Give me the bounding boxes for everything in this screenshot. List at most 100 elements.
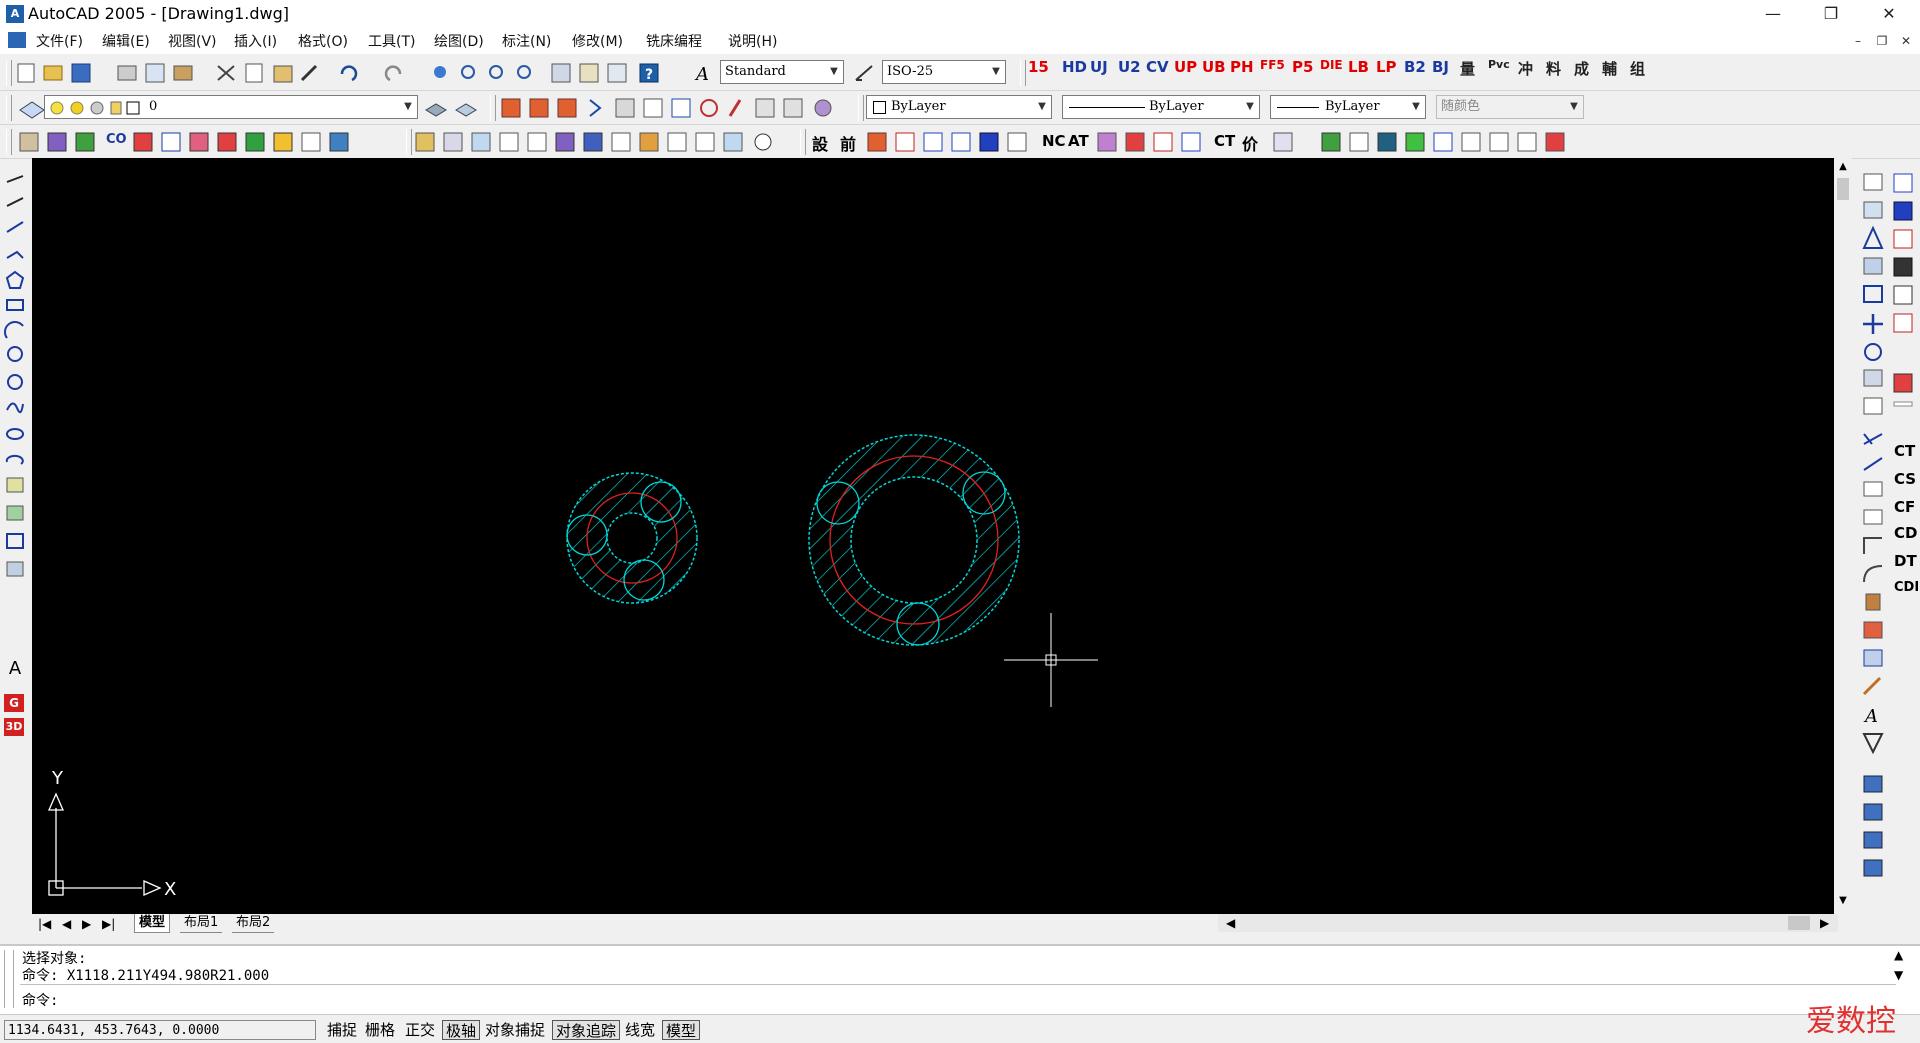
scroll-up-icon[interactable]: ▲ (1836, 160, 1850, 174)
btn-b2[interactable]: B2 (1404, 58, 1426, 76)
text-style-select[interactable]: Standard ▼ (720, 60, 844, 84)
btn-up[interactable]: UP (1174, 58, 1197, 76)
mdi-minimize-button[interactable]: – (1848, 32, 1868, 50)
vertical-scrollbar[interactable]: ▲ ▼ (1834, 158, 1852, 914)
btn-group[interactable]: 组 (1630, 58, 1645, 79)
btn-pvc[interactable]: Pvc (1488, 58, 1510, 71)
btn-ct-right[interactable]: CT (1894, 442, 1915, 460)
drawing-canvas[interactable]: Y X (32, 158, 1834, 914)
toolbar-grip[interactable] (6, 129, 12, 155)
dim-style-icon[interactable] (852, 60, 878, 86)
tab-navigation[interactable]: |◀ ◀ ▶ ▶| (36, 914, 126, 932)
btn-ph[interactable]: PH (1230, 58, 1254, 76)
btn-lp[interactable]: LP (1376, 58, 1397, 76)
btn-ct[interactable]: CT (1214, 132, 1235, 150)
btn-bj[interactable]: BJ (1432, 58, 1449, 76)
layer-select[interactable]: 0 ▼ (44, 95, 418, 119)
scroll-down-icon[interactable]: ▼ (1836, 894, 1850, 908)
grid-toggle[interactable]: 栅格 (362, 1020, 398, 1040)
multiline-text-tool[interactable]: A (4, 658, 26, 680)
ortho-toggle[interactable]: 正交 (402, 1020, 438, 1040)
menu-view[interactable]: 视图(V) (168, 31, 217, 51)
btn-ff5[interactable]: FF5 (1260, 58, 1285, 72)
btn-material[interactable]: 料 (1546, 58, 1561, 79)
btn-cdi[interactable]: CDI (1894, 580, 1919, 595)
btn-ub[interactable]: UB (1202, 58, 1226, 76)
scroll-left-icon[interactable]: ◀ (1226, 914, 1235, 932)
toolbar-grip[interactable] (1020, 60, 1026, 86)
menu-draw[interactable]: 绘图(D) (434, 31, 484, 51)
cmd-scroll-up-icon[interactable]: ▲ (1894, 948, 1903, 962)
btn-cf[interactable]: CF (1894, 498, 1915, 516)
mdi-close-button[interactable]: ✕ (1896, 32, 1916, 50)
toolbar-grip[interactable] (6, 95, 12, 121)
osnap-toggle[interactable]: 对象捕捉 (482, 1020, 548, 1040)
document-icon[interactable] (8, 32, 26, 48)
btn-punch[interactable]: 冲 (1518, 58, 1533, 79)
g-button[interactable]: G (4, 694, 24, 712)
menu-help[interactable]: 说明(H) (728, 31, 777, 51)
btn-co[interactable]: CO (106, 132, 127, 147)
text-style-icon[interactable]: A (692, 60, 722, 86)
vertical-scroll-thumb[interactable] (1837, 178, 1849, 200)
coordinate-display[interactable]: 1134.6431, 453.7643, 0.0000 (4, 1020, 316, 1040)
minimize-button[interactable]: — (1744, 0, 1802, 28)
lineweight-select[interactable]: ByLayer ▼ (1270, 95, 1426, 119)
btn-nc[interactable]: NC (1042, 132, 1066, 150)
btn-form[interactable]: 成 (1574, 58, 1589, 79)
dim-style-select[interactable]: ISO-25 ▼ (882, 60, 1006, 84)
btn-aux[interactable]: 輔 (1602, 58, 1617, 79)
btn-front[interactable]: 前 (840, 131, 856, 155)
horizontal-scroll-thumb[interactable] (1788, 916, 1810, 930)
three-d-button[interactable]: 3D (4, 718, 24, 736)
btn-design[interactable]: 設 (812, 131, 828, 155)
btn-uj[interactable]: UJ (1090, 58, 1108, 76)
btn-u2[interactable]: U2 (1118, 58, 1141, 76)
linetype-select[interactable]: ByLayer ▼ (1062, 95, 1260, 119)
layer-manager-icon[interactable] (18, 96, 46, 120)
btn-dt[interactable]: DT (1894, 552, 1917, 570)
toolbar-grip[interactable] (858, 95, 864, 121)
close-button[interactable]: ✕ (1860, 0, 1918, 28)
btn-die[interactable]: DIE (1320, 58, 1343, 72)
command-window-grip[interactable] (4, 950, 14, 1008)
horizontal-scrollbar[interactable]: ◀ ▶ (1218, 914, 1838, 932)
toolbar-grip[interactable] (6, 60, 12, 86)
btn-cd[interactable]: CD (1894, 524, 1917, 542)
scroll-right-icon[interactable]: ▶ (1820, 914, 1829, 932)
tab-layout1[interactable]: 布局1 (180, 914, 223, 933)
menu-modify[interactable]: 修改(M) (572, 31, 623, 51)
model-toggle[interactable]: 模型 (662, 1020, 701, 1040)
snap-toggle[interactable]: 捕捉 (324, 1020, 360, 1040)
btn-cv[interactable]: CV (1146, 58, 1169, 76)
menu-file[interactable]: 文件(F) (36, 31, 83, 51)
btn-cs[interactable]: CS (1894, 470, 1916, 488)
menu-edit[interactable]: 编辑(E) (102, 31, 150, 51)
menu-milling[interactable]: 铣床编程 (646, 31, 702, 51)
toolbar-grip[interactable] (800, 129, 806, 155)
mdi-restore-button[interactable]: ❐ (1872, 32, 1892, 50)
tab-model[interactable]: 模型 (134, 914, 171, 933)
large-ring-part[interactable] (808, 434, 1020, 646)
menu-dimension[interactable]: 标注(N) (502, 31, 551, 51)
color-select[interactable]: ByLayer ▼ (866, 95, 1052, 119)
menu-tools[interactable]: 工具(T) (368, 31, 415, 51)
toolbar-grip[interactable] (490, 95, 496, 121)
otrack-toggle[interactable]: 对象追踪 (552, 1020, 621, 1040)
cmd-scroll-down-icon[interactable]: ▼ (1894, 968, 1903, 982)
btn-at[interactable]: AT (1068, 132, 1089, 150)
lineweight-toggle[interactable]: 线宽 (622, 1020, 658, 1040)
command-prompt[interactable]: 命令: (22, 990, 58, 1010)
menu-insert[interactable]: 插入(I) (234, 31, 277, 51)
autocad-app-icon[interactable]: A (6, 5, 24, 23)
btn-lb[interactable]: LB (1348, 58, 1369, 76)
btn-p5[interactable]: P5 (1292, 58, 1313, 76)
small-ring-part[interactable] (566, 472, 698, 604)
polar-toggle[interactable]: 极轴 (442, 1020, 481, 1040)
btn-quantity[interactable]: 量 (1460, 58, 1475, 79)
toolbar-grip[interactable] (406, 129, 412, 155)
tab-layout2[interactable]: 布局2 (232, 914, 275, 933)
menu-format[interactable]: 格式(O) (298, 31, 348, 51)
btn-hd[interactable]: HD (1062, 58, 1087, 76)
btn-price[interactable]: 价 (1242, 131, 1258, 155)
